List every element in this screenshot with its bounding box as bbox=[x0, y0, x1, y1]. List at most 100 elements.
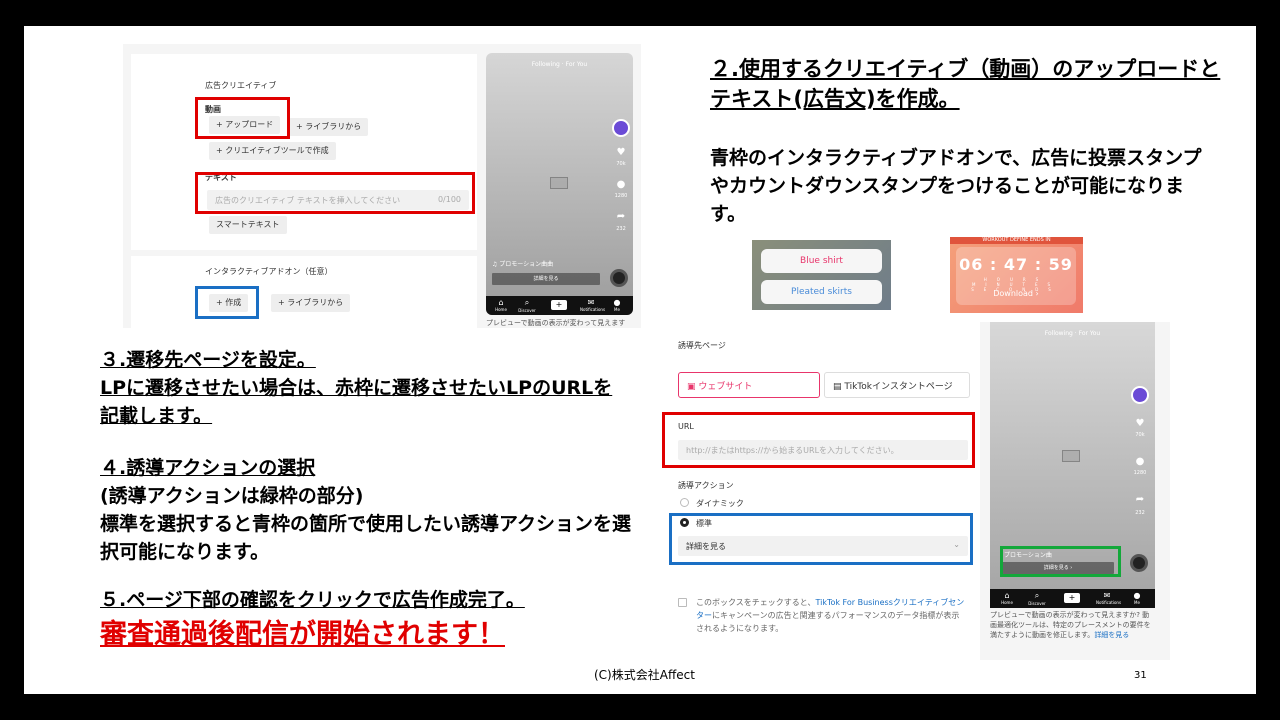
music-disc-icon bbox=[610, 269, 628, 287]
profile-icon[interactable]: ● Me bbox=[606, 298, 628, 312]
step2-heading: ２.使用するクリエイティブ（動画）のアップロードとテキスト(広告文)を作成。 bbox=[710, 57, 1221, 111]
url-red-frame bbox=[662, 412, 975, 468]
addon-library-button[interactable]: + ライブラリから bbox=[271, 294, 351, 312]
nav-me: Me bbox=[614, 307, 620, 312]
creative-screenshot: 広告クリエイティブ 動画 + アップロード + ライブラリから + クリエイティ… bbox=[123, 44, 641, 328]
cta-green-frame bbox=[1000, 546, 1121, 577]
creative-panel: 広告クリエイティブ 動画 + アップロード + ライブラリから + クリエイティ… bbox=[131, 54, 477, 250]
creative-tool-button[interactable]: + クリエイティブツールで作成 bbox=[209, 142, 336, 160]
discover-icon-2[interactable]: ⌕ Discover bbox=[1026, 591, 1048, 606]
share-count: 232 bbox=[616, 226, 626, 232]
detail-button[interactable]: 詳細を見る bbox=[492, 273, 600, 285]
checkbox-text-b: にキャンペーンの広告と関連するパフォーマンスのデータ指標が表示されるようになりま… bbox=[696, 611, 960, 633]
share-count-2: 232 bbox=[1135, 510, 1145, 516]
comment-icon[interactable]: ● bbox=[613, 179, 629, 190]
countdown-download: Download › bbox=[993, 289, 1039, 298]
smart-text-button[interactable]: スマートテキスト bbox=[209, 216, 287, 234]
checkbox-text: このボックスをチェックすると、TikTok For Businessクリエイティ… bbox=[696, 596, 966, 635]
home-icon-2[interactable]: ⌂ Home bbox=[996, 591, 1018, 605]
countdown-time: 06 : 47 : 59 bbox=[959, 255, 1073, 274]
destination-screenshot: 誘導先ページ ▣ ウェブサイト ▤ TikTokインスタントページ URL ht… bbox=[660, 322, 1170, 660]
phone2-tabbar: ⌂ Home ⌕ Discover + ✉ Notifications ● Me bbox=[990, 589, 1155, 608]
step3-text: LPに遷移させたい場合は、赤枠に遷移させたいLPのURLを記載します。 bbox=[100, 377, 613, 427]
step3-block: ３.遷移先ページを設定。 LPに遷移させたい場合は、赤枠に遷移させたいLPのUR… bbox=[100, 346, 620, 430]
instant-page-tab[interactable]: ▤ TikTokインスタントページ bbox=[824, 372, 970, 398]
addon-label: インタラクティブアドオン（任意） bbox=[205, 267, 333, 276]
destination-title: 誘導先ページ bbox=[678, 341, 726, 350]
final-message: 審査通過後配信が開始されます！ bbox=[100, 619, 505, 650]
library-button[interactable]: + ライブラリから bbox=[289, 118, 369, 136]
copyright-footer: (C)株式会社Affect bbox=[594, 668, 695, 682]
checkbox-text-a: このボックスをチェックすると、 bbox=[696, 598, 816, 607]
slide: 広告クリエイティブ 動画 + アップロード + ライブラリから + クリエイティ… bbox=[24, 26, 1256, 694]
upload-red-frame bbox=[195, 97, 290, 139]
phone-preview: Following · For You ♥ 70k ● 1280 ➦ 232 ♫… bbox=[486, 53, 633, 315]
step4-block: ４.誘導アクションの選択 (誘導アクションは緑枠の部分) 標準を選択すると青枠の… bbox=[100, 454, 640, 566]
text-red-frame bbox=[195, 172, 475, 214]
dynamic-radio[interactable] bbox=[680, 498, 689, 507]
page-number: 31 bbox=[1134, 670, 1147, 681]
discover-icon[interactable]: ⌕ Discover bbox=[516, 298, 538, 313]
avatar-2[interactable] bbox=[1131, 386, 1149, 404]
like-count-2: 70k bbox=[1135, 432, 1145, 438]
phone-top-tabs: Following · For You bbox=[531, 61, 588, 68]
play-icon bbox=[550, 177, 568, 189]
nav-notifications: Notifications bbox=[580, 307, 606, 312]
play-icon-2 bbox=[1062, 450, 1080, 462]
step3-heading: ３.遷移先ページを設定。 bbox=[100, 349, 316, 371]
music-disc-icon-2 bbox=[1130, 554, 1148, 572]
step2-description: 青枠のインタラクティブアドオンで、広告に投票スタンプやカウントダウンスタンプをつ… bbox=[710, 147, 1202, 225]
profile-icon-2[interactable]: ● Me bbox=[1126, 591, 1148, 605]
share-icon-2[interactable]: ➦ bbox=[1132, 494, 1148, 505]
website-icon: ▣ bbox=[687, 382, 699, 392]
addon-panel: インタラクティブアドオン（任意） + 作成 + ライブラリから bbox=[131, 256, 477, 328]
nav2-home: Home bbox=[1001, 600, 1013, 605]
addon-blue-frame bbox=[195, 286, 259, 319]
cta-label: 誘導アクション bbox=[678, 481, 734, 490]
poll-option-2: Pleated skirts bbox=[761, 280, 882, 304]
share-icon[interactable]: ➦ bbox=[613, 211, 629, 222]
preview-caption: プレビューで動画の表示が変わって見えます bbox=[486, 319, 626, 327]
step4-heading: ４.誘導アクションの選択 bbox=[100, 457, 316, 479]
phone-preview-2: Following · For You ♥ 70k ● 1280 ➦ 232 プ… bbox=[990, 322, 1155, 608]
promo-label: ♫ プロモーション曲曲 bbox=[492, 261, 554, 268]
nav-discover: Discover bbox=[518, 308, 536, 313]
nav2-notifications: Notifications bbox=[1096, 600, 1122, 605]
nav2-me: Me bbox=[1134, 600, 1140, 605]
poll-sticker-image: Blue shirt Pleated skirts bbox=[752, 240, 891, 310]
destination-panel: 誘導先ページ ▣ ウェブサイト ▤ TikTokインスタントページ URL ht… bbox=[660, 322, 980, 660]
step4-description: 標準を選択すると青枠の箇所で使用したい誘導アクションを選択可能になります。 bbox=[100, 513, 632, 563]
countdown-header: WORKOUT DEFINE ENDS IN bbox=[950, 237, 1083, 244]
heart-icon-2[interactable]: ♥ bbox=[1132, 418, 1148, 429]
comment-count: 1280 bbox=[614, 193, 628, 199]
website-tab[interactable]: ▣ ウェブサイト bbox=[678, 372, 820, 398]
comment-icon-2[interactable]: ● bbox=[1132, 456, 1148, 467]
step4-note: (誘導アクションは緑枠の部分) bbox=[100, 485, 364, 507]
instant-page-icon: ▤ bbox=[833, 382, 845, 392]
create-plus-button[interactable]: + bbox=[551, 300, 567, 310]
notification-icon[interactable]: ✉ Notifications bbox=[580, 298, 606, 312]
notification-icon-2[interactable]: ✉ Notifications bbox=[1096, 591, 1122, 605]
nav2-discover: Discover bbox=[1028, 601, 1046, 606]
instant-tab-label: TikTokインスタントページ bbox=[844, 382, 953, 392]
dynamic-label: ダイナミック bbox=[696, 499, 744, 508]
avatar[interactable] bbox=[612, 119, 630, 137]
comment-count-2: 1280 bbox=[1133, 470, 1147, 476]
nav-home: Home bbox=[495, 307, 507, 312]
website-tab-label: ウェブサイト bbox=[698, 382, 753, 392]
data-share-checkbox[interactable] bbox=[678, 598, 687, 607]
like-count: 70k bbox=[616, 161, 626, 167]
section-title: 広告クリエイティブ bbox=[205, 81, 277, 90]
create-plus-button-2[interactable]: + bbox=[1064, 593, 1080, 603]
preview-detail-link[interactable]: 詳細を見る bbox=[1094, 631, 1129, 639]
countdown-sticker-image: WORKOUT DEFINE ENDS IN 06 : 47 : 59 HOUR… bbox=[950, 237, 1083, 313]
phone2-top-tabs: Following · For You bbox=[1044, 330, 1101, 337]
preview-caption-2: プレビューで動画の表示が変わって見えますか? 動画最適化ツールは、特定のプレース… bbox=[990, 610, 1155, 640]
heart-icon[interactable]: ♥ bbox=[613, 147, 629, 158]
home-icon[interactable]: ⌂ Home bbox=[490, 298, 512, 312]
cta-blue-frame bbox=[669, 513, 973, 565]
step5-heading: ５.ページ下部の確認をクリックで広告作成完了。 bbox=[100, 589, 525, 611]
countdown-card: 06 : 47 : 59 HOURS MINUTES SECONDS Downl… bbox=[956, 247, 1076, 305]
poll-option-1: Blue shirt bbox=[761, 249, 882, 273]
phone-tabbar: ⌂ Home ⌕ Discover + ✉ Notifications ● Me bbox=[486, 296, 633, 315]
